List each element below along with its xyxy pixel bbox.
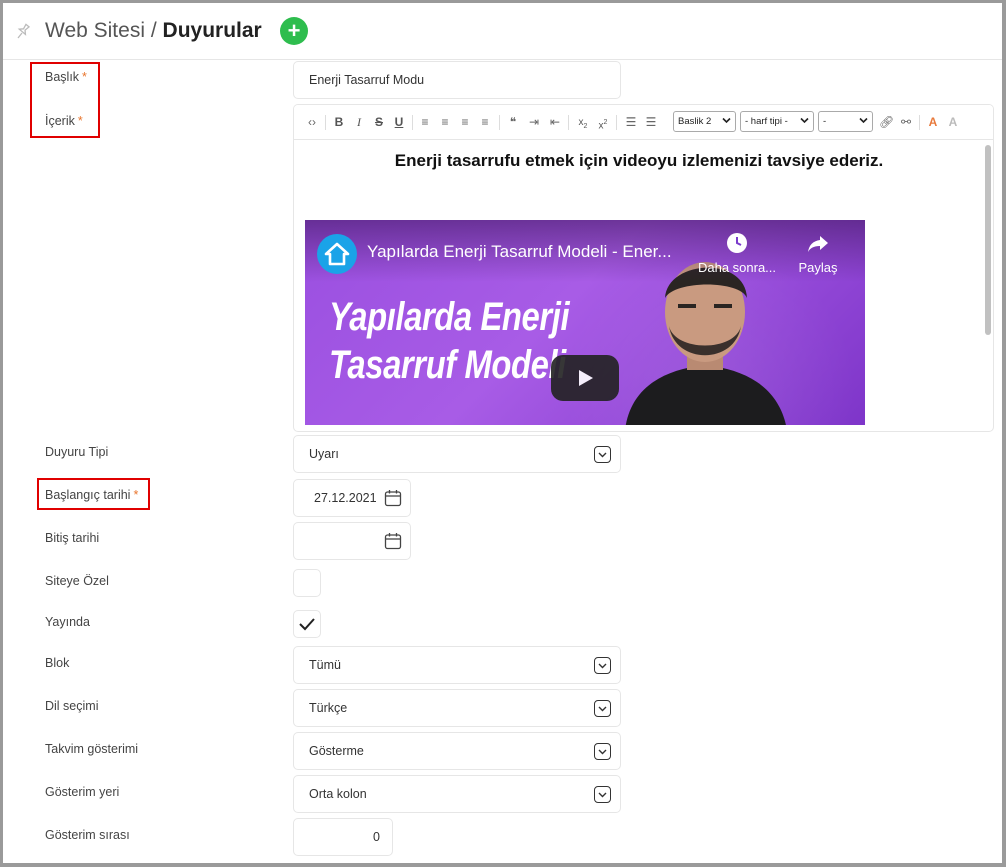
source-code-icon[interactable]: ‹› (304, 115, 320, 130)
editor-scrollbar[interactable] (985, 145, 991, 335)
page-title: Duyurular (162, 19, 262, 42)
blockquote-icon[interactable]: ❝ (506, 115, 520, 130)
align-justify-icon[interactable]: ≡ (478, 115, 492, 130)
subscript-icon[interactable]: x2 (576, 115, 590, 130)
video-overlay-title-line1: Yapılarda Enerji (329, 295, 570, 339)
clock-icon (727, 233, 747, 253)
editor-content[interactable]: Enerji tasarrufu etmek için videoyu izle… (294, 141, 993, 431)
chevron-down-icon (594, 786, 611, 803)
title-label: Başlık * (45, 70, 87, 84)
chevron-down-icon (594, 657, 611, 674)
language-select[interactable]: Türkçe (293, 689, 621, 727)
end-date-label: Bitiş tarihi (45, 531, 100, 545)
link-icon[interactable]: 🔗︎ (879, 115, 894, 130)
calendar-icon[interactable] (384, 489, 402, 507)
video-overlay-title-line2: Tasarruf Modeli (329, 343, 566, 387)
breadcrumb-separator: / (150, 19, 157, 42)
chevron-down-icon (594, 743, 611, 760)
page-header: Web Sitesi / Duyurular + (3, 3, 1002, 60)
play-icon (579, 370, 593, 386)
announcement-type-label: Duyuru Tipi (45, 445, 109, 459)
indent-icon[interactable]: ⇥ (527, 115, 541, 130)
chevron-down-icon (594, 700, 611, 717)
bold-icon[interactable]: B (332, 115, 346, 130)
published-checkbox[interactable] (293, 610, 321, 638)
announcement-type-select[interactable]: Uyarı (293, 435, 621, 473)
align-right-icon[interactable]: ≡ (458, 115, 472, 130)
watch-later-label: Daha sonra... (697, 260, 777, 275)
display-order-input[interactable]: 0 (293, 818, 393, 856)
watch-later-button[interactable]: Daha sonra... (695, 232, 779, 275)
block-label: Blok (45, 656, 70, 670)
outdent-icon[interactable]: ⇤ (548, 115, 562, 130)
calendar-display-label: Takvim gösterimi (45, 742, 139, 756)
display-order-label: Gösterim sırası (45, 828, 130, 842)
block-select[interactable]: Tümü (293, 646, 621, 684)
content-label: İçerik * (45, 114, 83, 128)
required-mark: * (133, 488, 139, 502)
rich-text-editor[interactable]: ‹› B I S U ≡ ≡ ≡ ≡ ❝ ⇥ ⇤ x2 x2 ☰ ☰ Basli… (293, 104, 994, 432)
share-label: Paylaş (798, 260, 838, 275)
end-date-input[interactable] (293, 522, 411, 560)
breadcrumb: Web Sitesi / Duyurular (45, 19, 262, 43)
calendar-display-select[interactable]: Gösterme (293, 732, 621, 770)
underline-icon[interactable]: U (392, 115, 406, 130)
language-label: Dil seçimi (45, 699, 99, 713)
heading-select[interactable]: Baslik 2 (673, 111, 736, 132)
content-heading: Enerji tasarrufu etmek için videoyu izle… (394, 151, 884, 170)
start-date-label: Başlangıç tarihi * (45, 488, 139, 502)
share-button[interactable]: Paylaş (795, 232, 841, 275)
breadcrumb-parent[interactable]: Web Sitesi (45, 19, 145, 42)
italic-icon[interactable]: I (352, 115, 366, 130)
editor-toolbar: ‹› B I S U ≡ ≡ ≡ ≡ ❝ ⇥ ⇤ x2 x2 ☰ ☰ Basli… (294, 105, 993, 140)
play-button[interactable] (551, 355, 619, 401)
display-location-select[interactable]: Orta kolon (293, 775, 621, 813)
display-location-label: Gösterim yeri (45, 785, 120, 799)
text-color-icon[interactable]: A (926, 115, 940, 130)
add-button[interactable]: + (280, 17, 308, 45)
checkmark-icon (299, 618, 315, 631)
font-size-select[interactable]: - (818, 111, 873, 132)
chevron-down-icon (594, 446, 611, 463)
pin-icon[interactable] (14, 22, 32, 40)
channel-logo-icon[interactable] (317, 234, 357, 274)
page-frame: Web Sitesi / Duyurular + Başlık * Enerji … (0, 0, 1006, 867)
site-specific-checkbox[interactable] (293, 569, 321, 597)
background-color-icon[interactable]: A (946, 115, 960, 130)
share-arrow-icon (808, 236, 828, 252)
ordered-list-icon[interactable]: ☰ (624, 115, 638, 130)
video-title[interactable]: Yapılarda Enerji Tasarruf Modeli - Ener.… (367, 242, 672, 262)
calendar-icon[interactable] (384, 532, 402, 550)
required-mark: * (82, 70, 87, 84)
start-date-input[interactable]: 27.12.2021 (293, 479, 411, 517)
required-mark: * (77, 114, 83, 128)
strikethrough-icon[interactable]: S (372, 115, 386, 130)
embedded-video[interactable]: Yapılarda Enerji Tasarruf Modeli Yapılar… (305, 220, 865, 425)
unordered-list-icon[interactable]: ☰ (644, 115, 658, 130)
published-label: Yayında (45, 615, 90, 629)
align-left-icon[interactable]: ≡ (418, 115, 432, 130)
align-center-icon[interactable]: ≡ (438, 115, 452, 130)
site-specific-label: Siteye Özel (45, 574, 109, 588)
unlink-icon[interactable]: ⚯ (899, 115, 913, 130)
font-family-select[interactable]: - harf tipi - (740, 111, 814, 132)
title-input[interactable]: Enerji Tasarruf Modu (293, 61, 621, 99)
superscript-icon[interactable]: x2 (596, 115, 610, 131)
